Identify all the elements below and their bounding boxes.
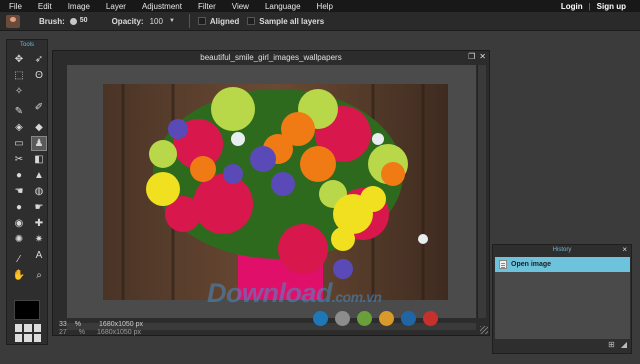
tool-options-bar: Brush: 50 Opacity: 100 ▼ Aligned Sample … bbox=[0, 12, 640, 31]
shape-icon[interactable]: ◧ bbox=[31, 152, 47, 167]
eyedropper-icon[interactable]: ⁄ bbox=[11, 252, 27, 267]
pencil-icon[interactable]: ✎ bbox=[11, 104, 27, 119]
divider bbox=[188, 14, 190, 28]
sample-all-layers-label: Sample all layers bbox=[259, 16, 325, 26]
document-icon bbox=[499, 260, 507, 269]
account-separator: | bbox=[588, 1, 591, 11]
status-bar-ghost: 27 % 1680x1050 px bbox=[59, 329, 153, 336]
paint-bucket-icon[interactable]: ◆ bbox=[31, 120, 47, 135]
watermark-dot bbox=[379, 311, 394, 326]
flower-bouquet-photo[interactable] bbox=[103, 84, 448, 300]
tools-panel: Tools ✥ ➶ ⬚ ʘ ✧ ✎ ✐ ◈ ◆ ▭ ♟ ✂ ◧ ● ▲ ☚ ◍ ● ☛ ◉ ✚ ✺ ✷ ⁄ A ✋ ⌕ bbox=[6, 39, 48, 345]
chevron-down-icon[interactable]: ▼ bbox=[169, 18, 175, 24]
watermark-dot bbox=[335, 311, 350, 326]
close-icon[interactable]: ✕ bbox=[479, 52, 486, 61]
history-list: Open image bbox=[495, 257, 630, 339]
type-icon[interactable]: A bbox=[31, 248, 47, 263]
clone-stamp-icon bbox=[6, 14, 20, 28]
image-dimensions-secondary: 1680x1050 px bbox=[97, 329, 142, 336]
new-snapshot-icon[interactable]: ⊞ bbox=[608, 340, 615, 349]
eraser-icon[interactable]: ◈ bbox=[11, 120, 27, 135]
window-controls: ❐ ✕ bbox=[468, 52, 486, 61]
signup-link[interactable]: Sign up bbox=[597, 2, 626, 11]
color-replace-icon[interactable]: ✂ bbox=[11, 152, 27, 167]
menu-filter[interactable]: Filter bbox=[189, 2, 223, 11]
image-dimensions: 1680x1050 px bbox=[99, 321, 144, 328]
resize-grip-icon[interactable] bbox=[480, 326, 488, 334]
marquee-icon[interactable]: ⬚ bbox=[11, 68, 27, 83]
watermark-dot bbox=[401, 311, 416, 326]
grid-view-icon[interactable] bbox=[15, 324, 41, 342]
lasso-icon[interactable]: ʘ bbox=[31, 68, 47, 83]
history-item[interactable]: Open image bbox=[495, 257, 630, 272]
close-icon[interactable]: × bbox=[622, 245, 627, 254]
photo-image bbox=[103, 84, 448, 300]
watermark-suffix: .com.vn bbox=[332, 289, 382, 305]
blur-icon[interactable]: ● bbox=[11, 168, 27, 183]
image-window-title[interactable]: beautiful_smile_girl_images_wallpapers bbox=[53, 51, 489, 65]
sponge-icon[interactable]: ◍ bbox=[31, 184, 47, 199]
tool-grid: ✥ ➶ ⬚ ʘ ✧ ✎ ✐ ◈ ◆ ▭ ♟ ✂ ◧ ● ▲ ☚ ◍ ● ☛ ◉ ✚ ✺ ✷ ⁄ A ✋ ⌕ bbox=[7, 50, 47, 283]
watermark-logo: Download.com.vn bbox=[207, 278, 382, 309]
restore-icon[interactable]: ❐ bbox=[468, 52, 475, 61]
menu-language[interactable]: Language bbox=[256, 2, 308, 11]
brush-size-value[interactable]: 50 bbox=[80, 17, 88, 24]
account-links: Login | Sign up bbox=[561, 0, 626, 12]
aligned-label: Aligned bbox=[209, 16, 240, 26]
status-bar: 33 % 1680x1050 px bbox=[59, 321, 151, 328]
gradient-icon[interactable]: ▭ bbox=[11, 136, 27, 151]
watermark-dot bbox=[313, 311, 328, 326]
tools-title: Tools bbox=[19, 42, 34, 48]
watermark-text: Download bbox=[207, 278, 333, 308]
watermark-dots bbox=[313, 311, 438, 326]
opacity-label: Opacity: bbox=[111, 16, 144, 26]
pinch-icon[interactable]: ✷ bbox=[31, 232, 47, 247]
sharpen-icon[interactable]: ▲ bbox=[31, 168, 47, 183]
login-link[interactable]: Login bbox=[561, 2, 583, 11]
watermark-dot bbox=[423, 311, 438, 326]
vertical-scrollbar[interactable] bbox=[477, 65, 486, 318]
foreground-color-swatch[interactable] bbox=[14, 300, 40, 320]
red-eye-icon[interactable]: ◉ bbox=[11, 216, 27, 231]
burn-icon[interactable]: ☛ bbox=[31, 200, 47, 215]
zoom-unit: % bbox=[74, 321, 82, 328]
resize-grip-icon[interactable]: ◢ bbox=[621, 340, 627, 349]
menu-edit[interactable]: Edit bbox=[29, 2, 59, 11]
brush-preview-icon[interactable] bbox=[69, 17, 77, 25]
move-icon[interactable]: ✥ bbox=[11, 52, 27, 67]
dodge-icon[interactable]: ● bbox=[11, 200, 27, 215]
menu-layer[interactable]: Layer bbox=[97, 2, 133, 11]
opacity-value[interactable]: 100 bbox=[150, 17, 163, 26]
brush-label: Brush: bbox=[39, 16, 65, 26]
menu-bar: File Edit Image Layer Adjustment Filter … bbox=[0, 0, 640, 12]
menu-image[interactable]: Image bbox=[59, 2, 97, 11]
blank-icon[interactable] bbox=[31, 84, 47, 99]
zoom-value[interactable]: 33 bbox=[59, 321, 67, 328]
clone-stamp-icon[interactable]: ♟ bbox=[31, 136, 47, 151]
history-title: History bbox=[552, 247, 572, 253]
history-item-label: Open image bbox=[511, 261, 552, 268]
bloat-icon[interactable]: ✺ bbox=[11, 232, 27, 247]
zoom-icon[interactable]: ⌕ bbox=[31, 268, 47, 283]
history-footer: ⊞ ◢ bbox=[608, 340, 627, 349]
menu-file[interactable]: File bbox=[0, 2, 29, 11]
menu-help[interactable]: Help bbox=[308, 2, 340, 11]
hand-icon[interactable]: ✋ bbox=[11, 268, 27, 283]
menu-view[interactable]: View bbox=[223, 2, 256, 11]
magic-wand-icon[interactable]: ✧ bbox=[11, 84, 27, 99]
history-panel: History × Open image ⊞ ◢ bbox=[492, 244, 632, 354]
sample-all-layers-checkbox[interactable] bbox=[247, 17, 256, 25]
menu-adjustment[interactable]: Adjustment bbox=[133, 2, 189, 11]
watermark-dot bbox=[357, 311, 372, 326]
zoom-value-secondary: 27 bbox=[59, 329, 67, 336]
brush-icon[interactable]: ✐ bbox=[31, 100, 47, 115]
smudge-icon[interactable]: ☚ bbox=[11, 184, 27, 199]
aligned-checkbox[interactable] bbox=[197, 17, 206, 25]
zoom-unit-secondary: % bbox=[78, 329, 86, 336]
spot-heal-icon[interactable]: ✚ bbox=[31, 216, 47, 231]
lasso-arrow-icon[interactable]: ➶ bbox=[31, 52, 47, 67]
